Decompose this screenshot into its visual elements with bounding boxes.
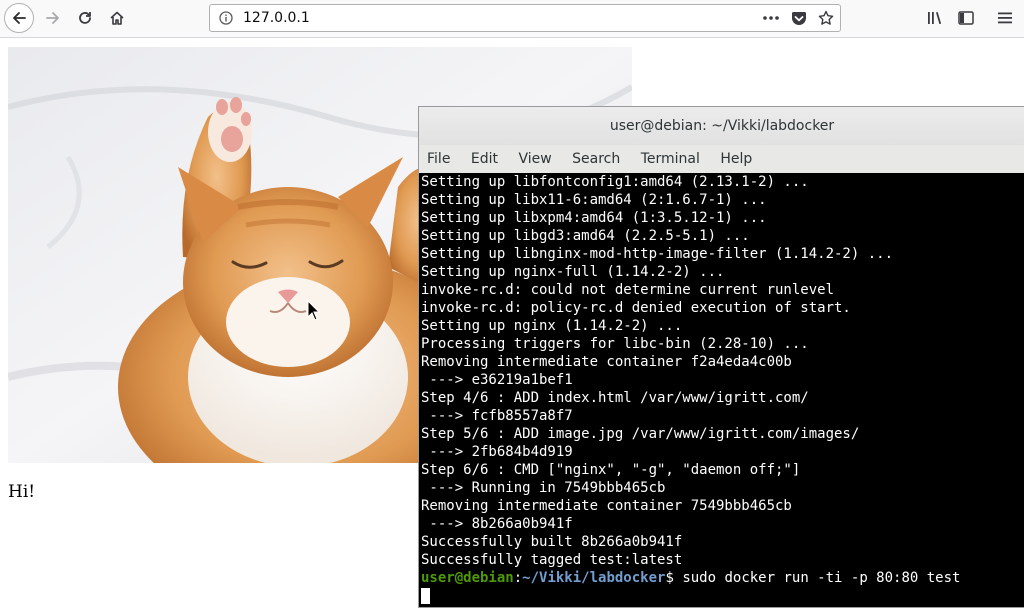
forward-arrow-icon [46,12,59,24]
terminal-line: Step 5/6 : ADD image.jpg /var/www/igritt… [421,426,860,442]
terminal-line: Setting up libx11-6:amd64 (2:1.6.7-1) ..… [421,192,767,208]
menu-terminal[interactable]: Terminal [637,145,704,173]
back-arrow-icon [13,12,26,24]
menu-help[interactable]: Help [716,145,756,173]
terminal-window[interactable]: user@debian: ~/Vikki/labdocker File Edit… [418,106,1024,608]
page-text: Hi! [8,482,36,502]
terminal-line: ---> e36219a1bef1 [421,372,573,388]
bookmark-button[interactable] [815,9,837,27]
prompt-command: sudo docker run -ti -p 80:80 test [673,570,961,586]
pocket-icon [792,11,806,25]
menu-button[interactable] [990,4,1020,32]
terminal-line: invoke-rc.d: policy-rc.d denied executio… [421,300,851,316]
home-button[interactable] [102,4,132,32]
prompt-symbol: $ [665,570,674,586]
terminal-line: Removing intermediate container 7549bbb4… [421,498,792,514]
terminal-line: Setting up nginx-full (1.14.2-2) ... [421,264,725,280]
terminal-line: ---> 2fb684b4d919 [421,444,573,460]
sidebar-icon [958,11,974,25]
terminal-line: ---> Running in 7549bbb465cb [421,480,666,496]
terminal-line: invoke-rc.d: could not determine current… [421,282,835,298]
menu-search[interactable]: Search [568,145,624,173]
prompt-user: user@debian [421,570,514,586]
back-button[interactable] [4,3,34,33]
menu-edit[interactable]: Edit [467,145,502,173]
library-icon [928,12,942,25]
terminal-cursor [421,588,430,604]
pocket-button[interactable] [788,9,810,27]
home-icon [110,11,124,25]
prompt-path: ~/Vikki/labdocker [522,570,666,586]
terminal-line: Setting up libnginx-mod-http-image-filte… [421,246,894,262]
terminal-line: Setting up libxpm4:amd64 (1:3.5.12-1) ..… [421,210,767,226]
terminal-line: ---> fcfb8557a8f7 [421,408,573,424]
info-icon[interactable] [219,11,233,25]
url-text[interactable]: 127.0.0.1 [243,10,310,26]
terminal-title[interactable]: user@debian: ~/Vikki/labdocker [419,107,1024,146]
terminal-line: Successfully built 8b266a0b941f [421,534,683,550]
terminal-line: Step 6/6 : CMD ["nginx", "-g", "daemon o… [421,462,801,478]
terminal-line: Processing triggers for libc-bin (2.28-1… [421,336,809,352]
library-button[interactable] [920,4,950,32]
url-bar[interactable]: 127.0.0.1 [209,4,841,32]
terminal-line: ---> 8b266a0b941f [421,516,573,532]
reload-button[interactable] [70,4,100,32]
terminal-menubar: File Edit View Search Terminal Help [419,145,1024,174]
terminal-line: Setting up nginx (1.14.2-2) ... [421,318,683,334]
more-icon [763,16,779,20]
terminal-output[interactable]: Setting up libfontconfig1:amd64 (2.13.1-… [419,173,1024,607]
menu-view[interactable]: View [514,145,555,173]
star-icon [818,10,834,25]
hamburger-icon [998,12,1012,24]
terminal-line: Removing intermediate container f2a4eda4… [421,354,792,370]
reload-icon [79,12,91,24]
forward-button[interactable] [38,4,68,32]
terminal-line: Successfully tagged test:latest [421,552,683,568]
terminal-line: Setting up libfontconfig1:amd64 (2.13.1-… [421,174,809,190]
page-actions-button[interactable] [760,9,782,27]
browser-toolbar: 127.0.0.1 [0,0,1024,38]
terminal-line: Step 4/6 : ADD index.html /var/www/igrit… [421,390,809,406]
terminal-prompt-line: user@debian:~/Vikki/labdocker$ sudo dock… [421,569,960,587]
terminal-line: Setting up libgd3:amd64 (2.2.5-5.1) ... [421,228,750,244]
menu-file[interactable]: File [423,145,454,173]
prompt-separator: : [513,570,523,586]
sidebar-button[interactable] [951,4,981,32]
